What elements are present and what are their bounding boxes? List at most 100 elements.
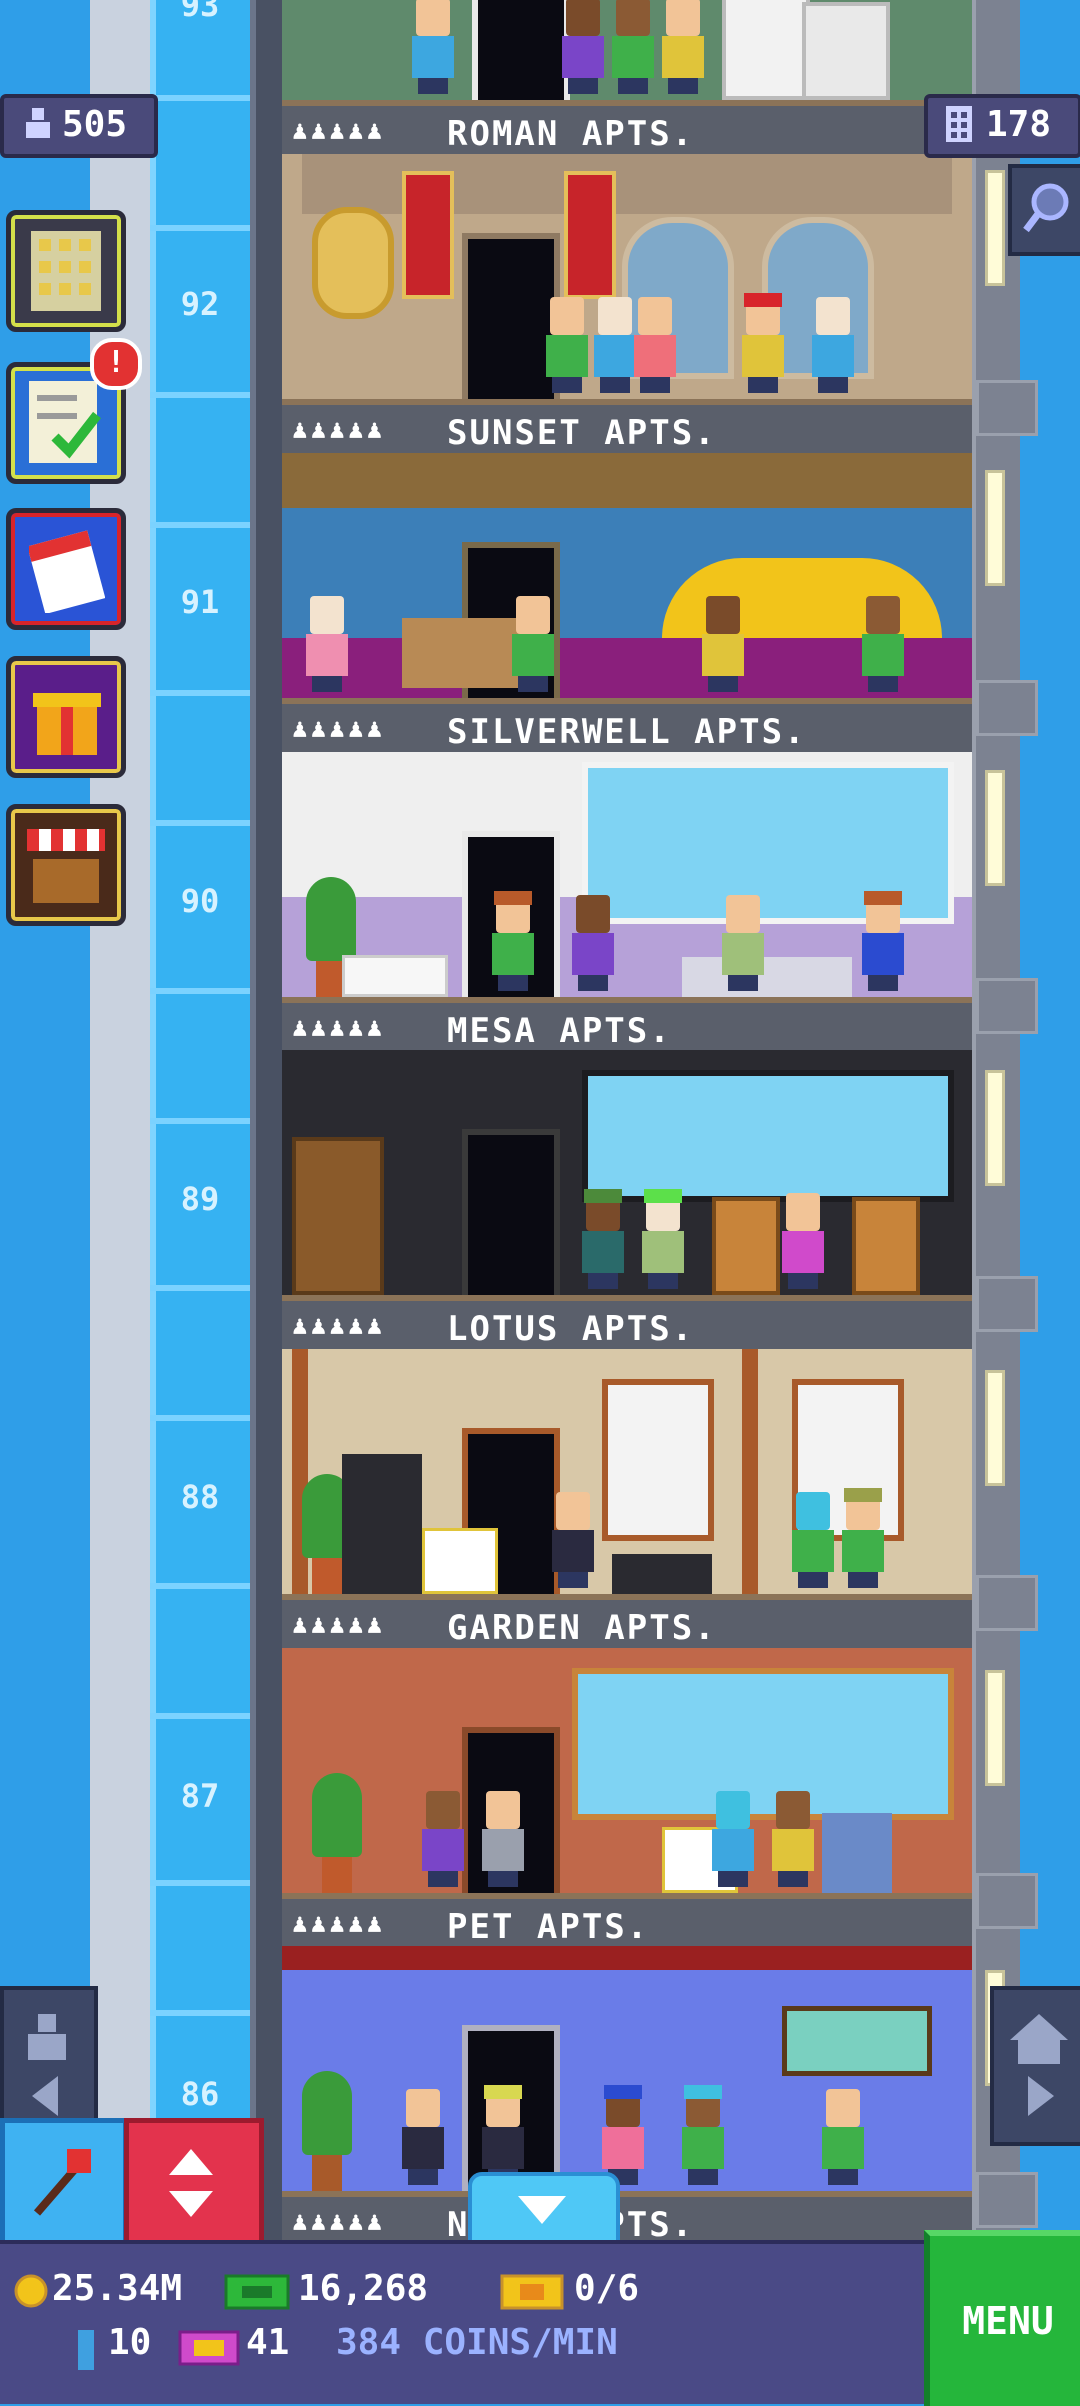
resident[interactable] (812, 297, 854, 393)
calendar-button[interactable] (6, 508, 126, 630)
shoji-window (602, 1379, 714, 1541)
chevron-down-icon (518, 2196, 566, 2224)
window (582, 1070, 954, 1202)
room-interior (282, 1349, 972, 1594)
mirror (312, 207, 394, 319)
menu-button[interactable]: MENU (924, 2230, 1080, 2406)
wall-bracket (976, 1873, 1038, 1929)
resident[interactable] (492, 891, 534, 991)
low-table (612, 1554, 712, 1594)
residents-count: ♟♟♟♟♟ (292, 116, 386, 146)
checklist-icon (29, 381, 101, 463)
residents-count: ♟♟♟♟♟ (292, 2207, 386, 2237)
floor-number: 86 (180, 2075, 220, 2113)
shaft-tick (150, 1583, 250, 1589)
wall-light (985, 170, 1005, 286)
resident[interactable] (512, 596, 554, 692)
floor-lotus[interactable]: ♟♟♟♟♟ LOTUS APTS. (282, 1050, 972, 1349)
wall-light (985, 1070, 1005, 1186)
residents-count: ♟♟♟♟♟ (292, 1311, 386, 1341)
resident[interactable] (862, 891, 904, 991)
wall-bracket (976, 978, 1038, 1034)
resident[interactable] (594, 297, 636, 393)
shaft-tick (150, 1285, 250, 1291)
resident[interactable] (772, 1791, 814, 1887)
vip-icon (178, 2330, 240, 2366)
resident[interactable] (306, 596, 348, 692)
resident[interactable] (482, 1791, 524, 1887)
pin-icon (33, 2149, 91, 2216)
floor-name: SILVERWELL APTS. (447, 712, 807, 752)
floor-roman[interactable]: ♟♟♟♟♟ ROMAN APTS. (282, 0, 972, 154)
resident[interactable] (552, 1492, 594, 1588)
floor-sunset[interactable]: ♟♟♟♟♟ SUNSET APTS. (282, 154, 972, 453)
resident[interactable] (782, 1193, 824, 1289)
resident[interactable] (402, 2089, 444, 2185)
resident[interactable] (682, 2085, 724, 2185)
resident[interactable] (482, 2085, 524, 2185)
resident[interactable] (712, 1791, 754, 1887)
resident[interactable] (612, 0, 654, 94)
resident[interactable] (662, 0, 704, 94)
ceiling-trim (282, 1946, 972, 1970)
residents-count: ♟♟♟♟♟ (292, 714, 386, 744)
resident[interactable] (634, 297, 676, 393)
floor-garden[interactable]: ♟♟♟♟♟ GARDEN APTS. (282, 1349, 972, 1648)
keys-value: 10 (108, 2322, 152, 2363)
floor-name: LOTUS APTS. (447, 1309, 695, 1349)
shop-button[interactable] (6, 804, 126, 926)
floors-counter[interactable]: 178 (924, 94, 1080, 158)
resident[interactable] (546, 297, 588, 393)
floor-bottom[interactable]: ♟♟♟♟♟ N ING APTS. (282, 1946, 972, 2245)
floor-pet[interactable]: ♟♟♟♟♟ PET APTS. (282, 1648, 972, 1947)
resident[interactable] (572, 895, 614, 991)
floor-silverwell[interactable]: ♟♟♟♟♟ SILVERWELL APTS. (282, 453, 972, 752)
wall-bracket (976, 380, 1038, 436)
potted-plant (302, 2071, 352, 2191)
aquarium (782, 2006, 932, 2076)
building-icon (31, 231, 101, 311)
resident[interactable] (602, 2085, 644, 2185)
room-interior (282, 453, 972, 698)
resident[interactable] (422, 1791, 464, 1887)
resident[interactable] (582, 1189, 624, 1289)
gift-icon (33, 693, 101, 755)
next-floor-button[interactable] (990, 1986, 1080, 2146)
floor-number: 91 (180, 583, 220, 621)
resident[interactable] (742, 293, 784, 393)
wall-bracket (976, 1575, 1038, 1631)
resident[interactable] (722, 895, 764, 991)
side-table (342, 955, 448, 997)
wall-light (985, 1370, 1005, 1486)
shaft-tick (150, 1880, 250, 1886)
bux-value: 16,268 (298, 2268, 429, 2309)
elevator-button[interactable] (124, 2118, 264, 2252)
pin-button[interactable] (0, 2118, 128, 2252)
floor-name: ROMAN APTS. (447, 114, 695, 154)
resident[interactable] (842, 1488, 884, 1588)
floor-name: PET APTS. (447, 1907, 650, 1947)
floor-name: MESA APTS. (447, 1011, 672, 1051)
floor-nameplate: ♟♟♟♟♟ ROMAN APTS. (282, 100, 972, 154)
room-interior (282, 1946, 972, 2191)
search-button[interactable] (1008, 164, 1080, 256)
floor-number: 92 (180, 285, 220, 323)
build-button[interactable] (6, 210, 126, 332)
resident[interactable] (792, 1492, 834, 1588)
resident[interactable] (862, 596, 904, 692)
population-counter[interactable]: 505 (0, 94, 158, 158)
floor-mesa[interactable]: ♟♟♟♟♟ MESA APTS. (282, 752, 972, 1051)
up-down-arrows-icon (169, 2149, 213, 2217)
floors-value: 178 (986, 104, 1052, 145)
floor-name: GARDEN APTS. (447, 1608, 717, 1648)
magnifier-icon (1023, 183, 1069, 233)
resident[interactable] (562, 0, 604, 94)
armchair (822, 1813, 892, 1893)
resident[interactable] (702, 596, 744, 692)
resident[interactable] (412, 0, 454, 94)
resident[interactable] (822, 2089, 864, 2185)
resident[interactable] (642, 1189, 684, 1289)
cornice (302, 154, 952, 214)
shaft-tick (150, 1415, 250, 1421)
gift-button[interactable] (6, 656, 126, 778)
